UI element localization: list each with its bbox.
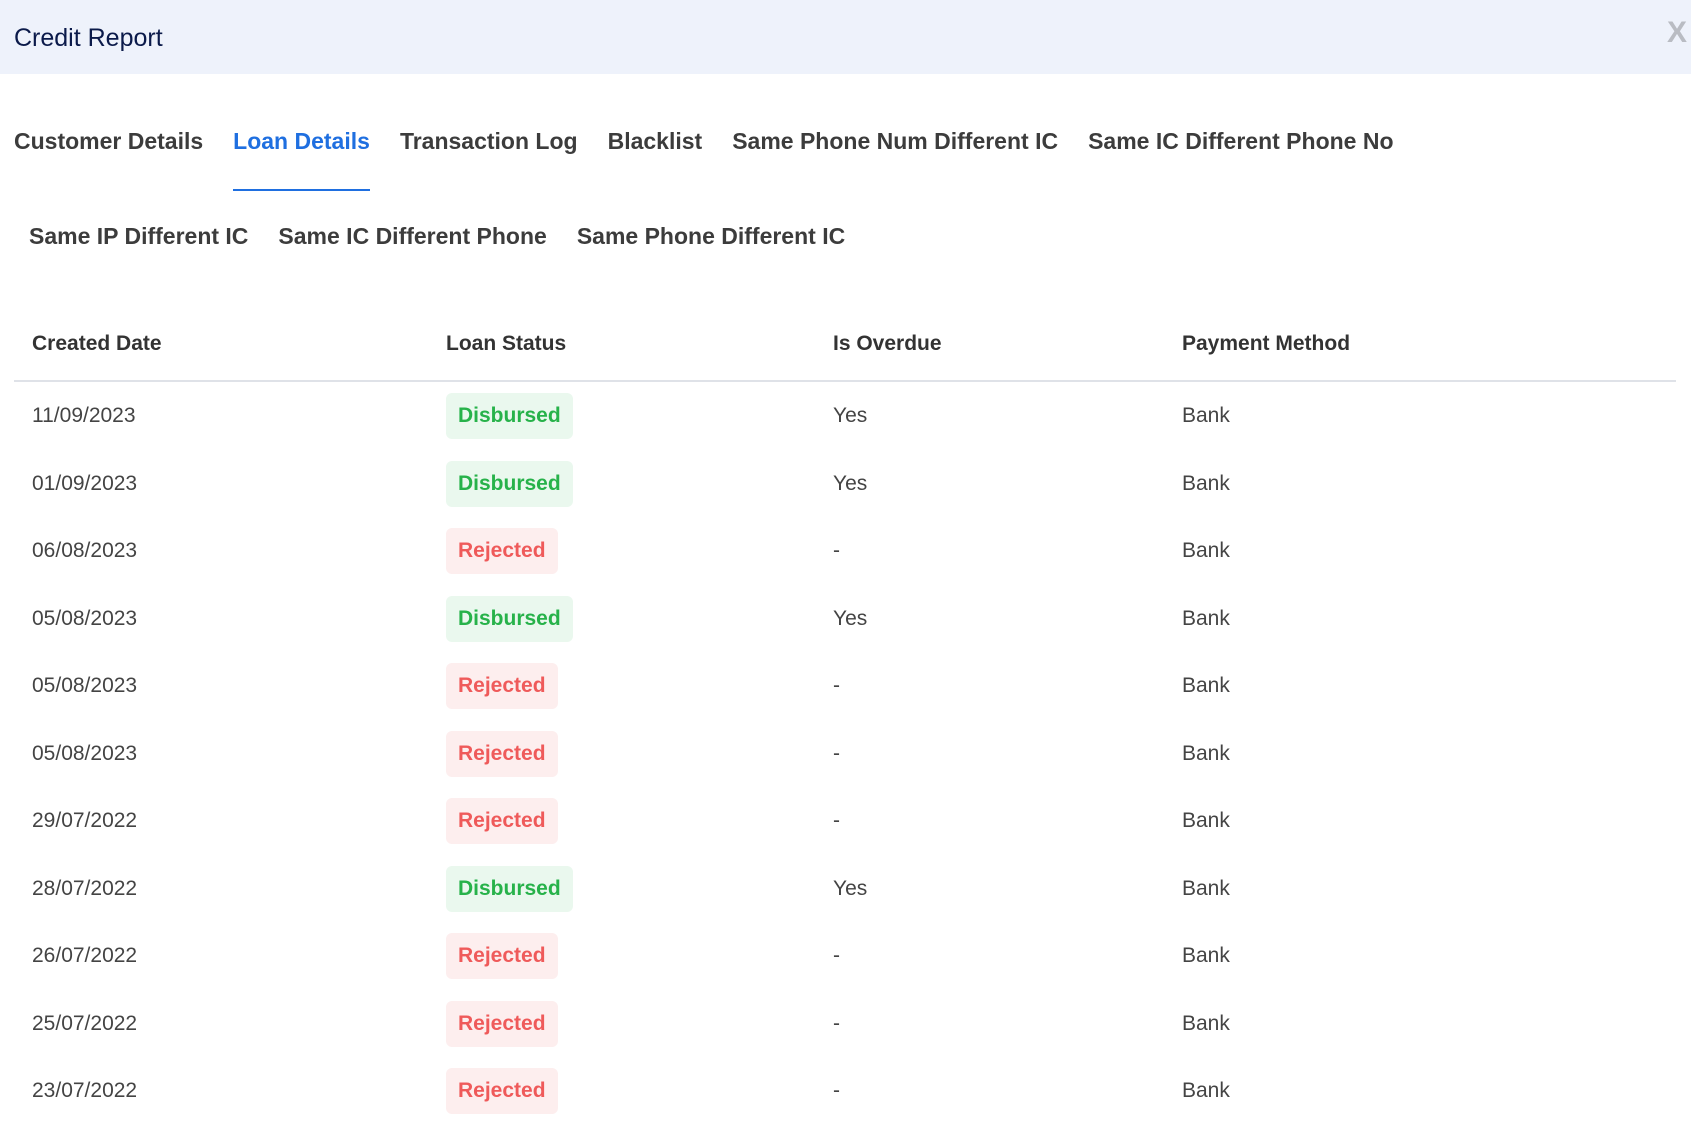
is-overdue-cell: Yes [833, 471, 868, 495]
tab-customer-details[interactable]: Customer Details [14, 128, 203, 155]
is-overdue-cell: Yes [833, 876, 868, 900]
tab-same-ic-different-phone-no[interactable]: Same IC Different Phone No [1088, 128, 1393, 155]
payment-method-cell: Bank [1182, 404, 1230, 427]
payment-method-cell: Bank [1182, 741, 1230, 765]
loan-status-badge: Disbursed [446, 460, 573, 507]
is-overdue-cell: Yes [833, 404, 868, 427]
is-overdue-cell: - [833, 539, 840, 562]
loan-status-badge: Rejected [446, 1068, 558, 1114]
loan-status-badge: Rejected [446, 798, 558, 844]
column-header-is-overdue: Is Overdue [833, 332, 942, 355]
created-date-cell: 05/08/2023 [32, 606, 138, 630]
created-date-cell: 05/08/2023 [32, 674, 138, 697]
modal-header: Credit Report X [0, 0, 1691, 74]
column-header-loan-status: Loan Status [446, 332, 567, 355]
payment-method-cell: Bank [1182, 1011, 1230, 1035]
is-overdue-cell: - [833, 1079, 840, 1102]
loan-status-badge: Rejected [446, 1000, 558, 1047]
close-button[interactable]: X [1667, 16, 1687, 50]
column-header-created-date: Created Date [32, 332, 162, 355]
payment-method-cell: Bank [1182, 606, 1230, 630]
loan-status-badge: Disbursed [446, 393, 573, 439]
tab-same-ip-different-ic[interactable]: Same IP Different IC [29, 223, 248, 250]
table-row: 11/09/2023 Disbursed Yes Bank [14, 382, 1676, 450]
loan-status-badge: Rejected [446, 730, 558, 777]
tab-same-phone-different-ic[interactable]: Same Phone Different IC [577, 223, 845, 250]
created-date-cell: 05/08/2023 [32, 741, 138, 765]
payment-method-cell: Bank [1182, 674, 1230, 697]
is-overdue-cell: Yes [833, 606, 868, 630]
tab-bar-row-1: Customer Details Loan Details Transaction … [14, 128, 1394, 191]
payment-method-cell: Bank [1182, 876, 1230, 900]
table-body: 11/09/2023 Disbursed Yes Bank 01/09/2023 Disb… [14, 382, 1676, 1125]
column-header-payment-method: Payment Method [1182, 332, 1351, 355]
payment-method-cell: Bank [1182, 1079, 1230, 1102]
table-row: 29/07/2022 Rejected - Bank [14, 787, 1676, 855]
tab-loan-details[interactable]: Loan Details [233, 128, 370, 191]
is-overdue-cell: - [833, 741, 840, 765]
loan-status-badge: Rejected [446, 663, 558, 709]
tab-bar-row-2: Same IP Different IC Same IC Different Ph… [29, 223, 845, 250]
loan-details-table: Created Date Loan Status Is Overdue Paym… [14, 320, 1676, 1125]
created-date-cell: 26/07/2022 [32, 944, 138, 967]
table-row: 05/08/2023 Rejected - Bank [14, 652, 1676, 720]
table-row: 05/08/2023 Disbursed Yes Bank [14, 585, 1676, 653]
payment-method-cell: Bank [1182, 809, 1230, 832]
loan-status-badge: Disbursed [446, 595, 573, 642]
payment-method-cell: Bank [1182, 471, 1230, 495]
table-header: Created Date Loan Status Is Overdue Paym… [14, 320, 1676, 382]
tab-blacklist[interactable]: Blacklist [608, 128, 703, 155]
payment-method-cell: Bank [1182, 944, 1230, 967]
tab-same-ic-different-phone[interactable]: Same IC Different Phone [278, 223, 546, 250]
created-date-cell: 01/09/2023 [32, 471, 138, 495]
table-row: 25/07/2022 Rejected - Bank [14, 990, 1676, 1058]
table-row: 26/07/2022 Rejected - Bank [14, 922, 1676, 990]
tab-transaction-log[interactable]: Transaction Log [400, 128, 578, 155]
created-date-cell: 06/08/2023 [32, 539, 138, 562]
created-date-cell: 11/09/2023 [32, 404, 136, 427]
loan-status-badge: Rejected [446, 528, 558, 574]
table-row: 23/07/2022 Rejected - Bank [14, 1057, 1676, 1125]
is-overdue-cell: - [833, 1011, 840, 1035]
table-row: 06/08/2023 Rejected - Bank [14, 517, 1676, 585]
created-date-cell: 23/07/2022 [32, 1079, 138, 1102]
is-overdue-cell: - [833, 674, 840, 697]
loan-status-badge: Disbursed [446, 865, 573, 912]
table-row: 28/07/2022 Disbursed Yes Bank [14, 855, 1676, 923]
modal-title: Credit Report [14, 24, 163, 52]
created-date-cell: 29/07/2022 [32, 809, 138, 832]
loan-status-badge: Rejected [446, 933, 558, 979]
created-date-cell: 28/07/2022 [32, 876, 138, 900]
tab-same-phone-num-different-ic[interactable]: Same Phone Num Different IC [732, 128, 1058, 155]
is-overdue-cell: - [833, 809, 840, 832]
created-date-cell: 25/07/2022 [32, 1011, 138, 1035]
table-row: 01/09/2023 Disbursed Yes Bank [14, 450, 1676, 518]
payment-method-cell: Bank [1182, 539, 1230, 562]
table-row: 05/08/2023 Rejected - Bank [14, 720, 1676, 788]
is-overdue-cell: - [833, 944, 840, 967]
